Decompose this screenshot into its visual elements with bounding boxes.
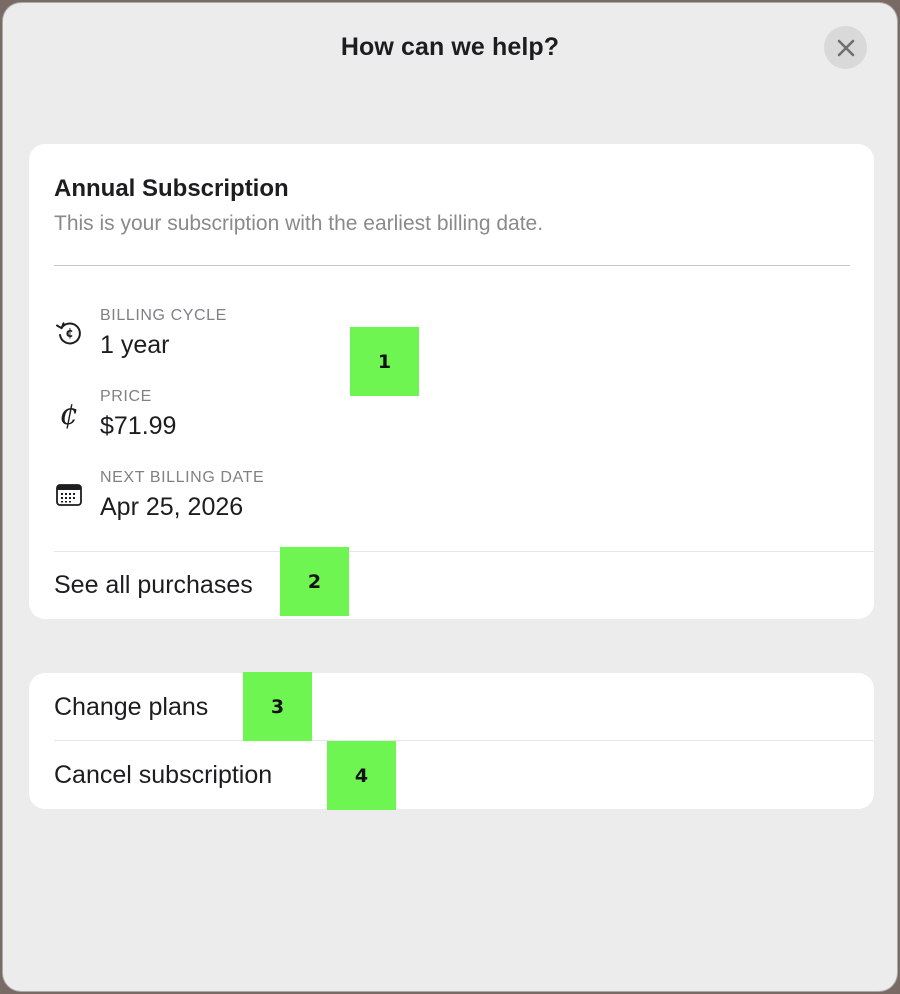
- section-divider: [54, 265, 850, 266]
- renew-cents-icon: ¢: [52, 315, 86, 349]
- marker-2: 2: [280, 547, 349, 616]
- marker-1: 1: [350, 327, 419, 396]
- marker-3: 3: [243, 672, 312, 741]
- subscription-title: Annual Subscription: [54, 175, 289, 202]
- billing-cycle-value: 1 year: [100, 331, 170, 359]
- change-plans-button[interactable]: Change plans: [54, 693, 208, 722]
- row-separator: [54, 740, 874, 741]
- price-label: PRICE: [100, 388, 152, 405]
- svg-text:¢: ¢: [65, 326, 73, 340]
- billing-cycle-label: BILLING CYCLE: [100, 307, 227, 324]
- next-billing-date-value: Apr 25, 2026: [100, 493, 244, 521]
- subscription-card: Annual Subscription This is your subscri…: [29, 144, 874, 619]
- close-icon: [837, 39, 854, 56]
- price-value: $71.99: [100, 412, 177, 440]
- sheet-title: How can we help?: [340, 33, 560, 61]
- marker-4: 4: [327, 741, 396, 810]
- svg-text:¢: ¢: [59, 397, 78, 432]
- row-separator: [54, 551, 874, 552]
- close-button[interactable]: [824, 26, 867, 69]
- cent-sign-icon: ¢: [52, 397, 86, 432]
- next-billing-date-label: NEXT BILLING DATE: [100, 469, 265, 486]
- subscription-description: This is your subscription with the earli…: [54, 212, 544, 235]
- cancel-subscription-button[interactable]: Cancel subscription: [54, 761, 272, 790]
- plan-actions-card: Change plans Cancel subscription: [29, 673, 874, 809]
- calendar-icon: [52, 478, 86, 512]
- see-all-purchases-link[interactable]: See all purchases: [54, 571, 253, 600]
- help-sheet: How can we help? Annual Subscription Thi…: [3, 3, 897, 991]
